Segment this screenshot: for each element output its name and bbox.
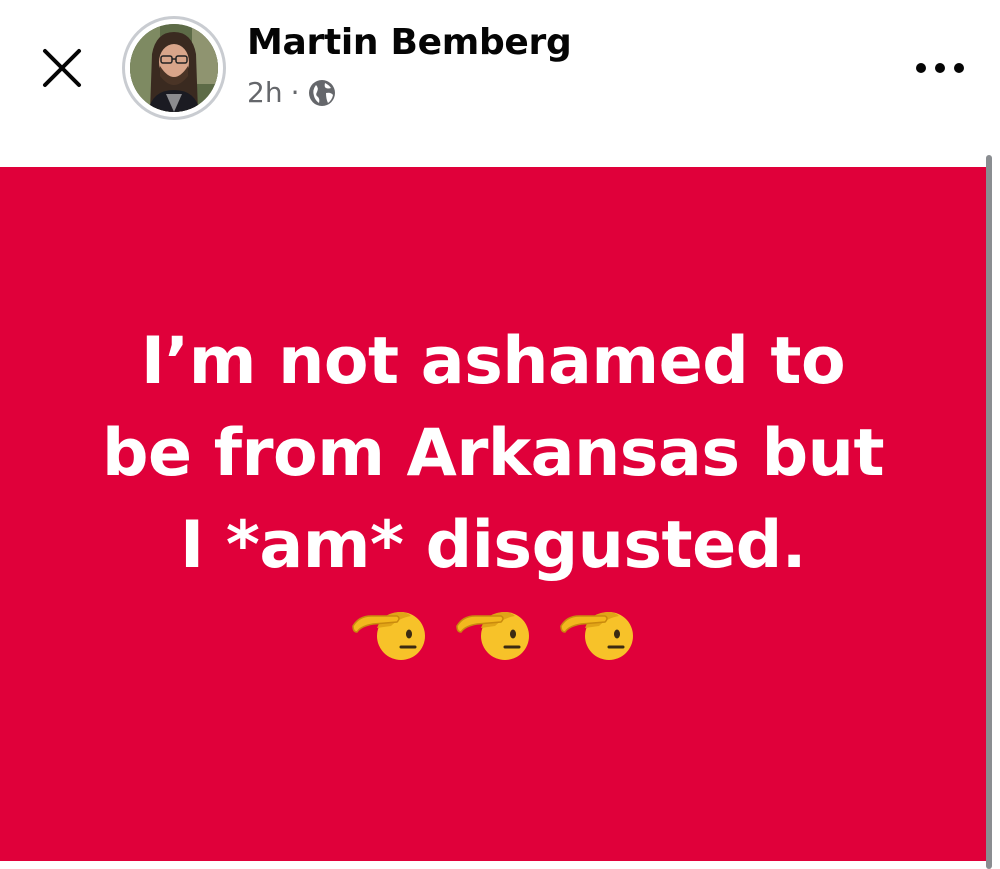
post-text: I’m not ashamed to be from Arkansas but …: [101, 324, 885, 583]
avatar[interactable]: [122, 16, 226, 120]
more-options-button[interactable]: [910, 50, 970, 86]
post-text-card: I’m not ashamed to be from Arkansas but …: [0, 167, 986, 861]
post-meta: 2h ·: [247, 76, 337, 109]
emoji-row: [351, 600, 635, 664]
close-icon: [43, 49, 81, 87]
post-viewer: Martin Bemberg 2h · I’m not ashamed to b…: [0, 0, 1000, 869]
scrollbar[interactable]: [986, 155, 992, 869]
globe-icon[interactable]: [307, 78, 337, 108]
avatar-image: [130, 24, 218, 112]
post-header: Martin Bemberg 2h ·: [0, 0, 1000, 165]
author-name[interactable]: Martin Bemberg: [247, 22, 572, 63]
saluting-face-icon: [456, 612, 529, 660]
meta-separator: ·: [290, 76, 300, 109]
close-button[interactable]: [34, 40, 90, 96]
saluting-face-icon: [560, 612, 633, 660]
saluting-face-icon: [352, 612, 425, 660]
post-timestamp[interactable]: 2h: [247, 76, 283, 109]
more-horizontal-icon: [916, 63, 964, 73]
